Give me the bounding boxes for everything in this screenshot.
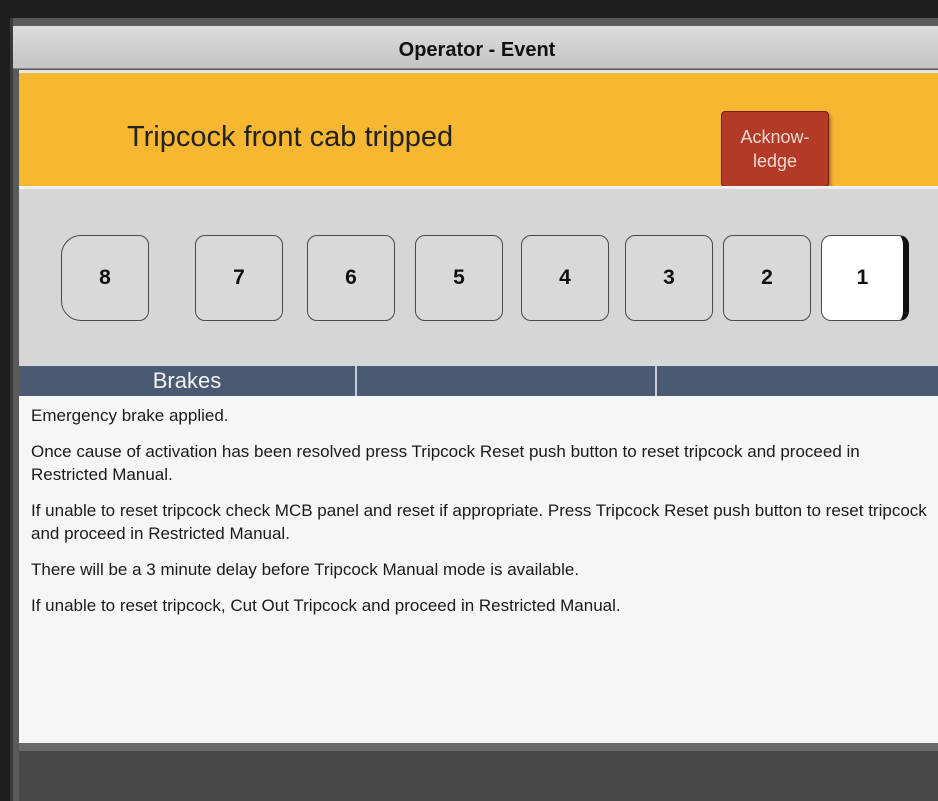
tab-3[interactable]	[657, 366, 938, 396]
car-8-button[interactable]: 8	[61, 235, 149, 321]
bottom-bar	[19, 743, 938, 801]
tab-brakes[interactable]: Brakes	[19, 366, 355, 396]
instruction-line: There will be a 3 minute delay before Tr…	[31, 560, 580, 579]
window-title: Operator - Event	[398, 38, 556, 61]
acknowledge-button[interactable]: Acknow- ledge	[721, 111, 829, 187]
instruction-line: Once cause of activation has been resolv…	[31, 442, 860, 484]
car-3-button[interactable]: 3	[625, 235, 713, 321]
car-2-button[interactable]: 2	[723, 235, 811, 321]
tab-2[interactable]	[357, 366, 655, 396]
car-selector-panel: 8 7 6 5 4 3 2 1	[19, 186, 938, 366]
event-alert-banner: Tripcock front cab tripped Acknow- ledge	[19, 70, 938, 187]
instruction-line: Emergency brake applied.	[31, 406, 229, 425]
event-message: Tripcock front cab tripped	[127, 121, 454, 153]
operator-display: Operator - Event Tripcock front cab trip…	[10, 18, 938, 801]
instruction-line: If unable to reset tripcock check MCB pa…	[31, 501, 927, 543]
car-1-button[interactable]: 1	[821, 235, 909, 321]
instructions-panel: Emergency brake applied. Once cause of a…	[19, 396, 938, 743]
car-7-button[interactable]: 7	[195, 235, 283, 321]
car-4-button[interactable]: 4	[521, 235, 609, 321]
instruction-line: If unable to reset tripcock, Cut Out Tri…	[31, 596, 621, 615]
window-title-bar: Operator - Event	[13, 26, 938, 69]
car-6-button[interactable]: 6	[307, 235, 395, 321]
car-5-button[interactable]: 5	[415, 235, 503, 321]
category-tabs: Brakes	[19, 366, 938, 396]
